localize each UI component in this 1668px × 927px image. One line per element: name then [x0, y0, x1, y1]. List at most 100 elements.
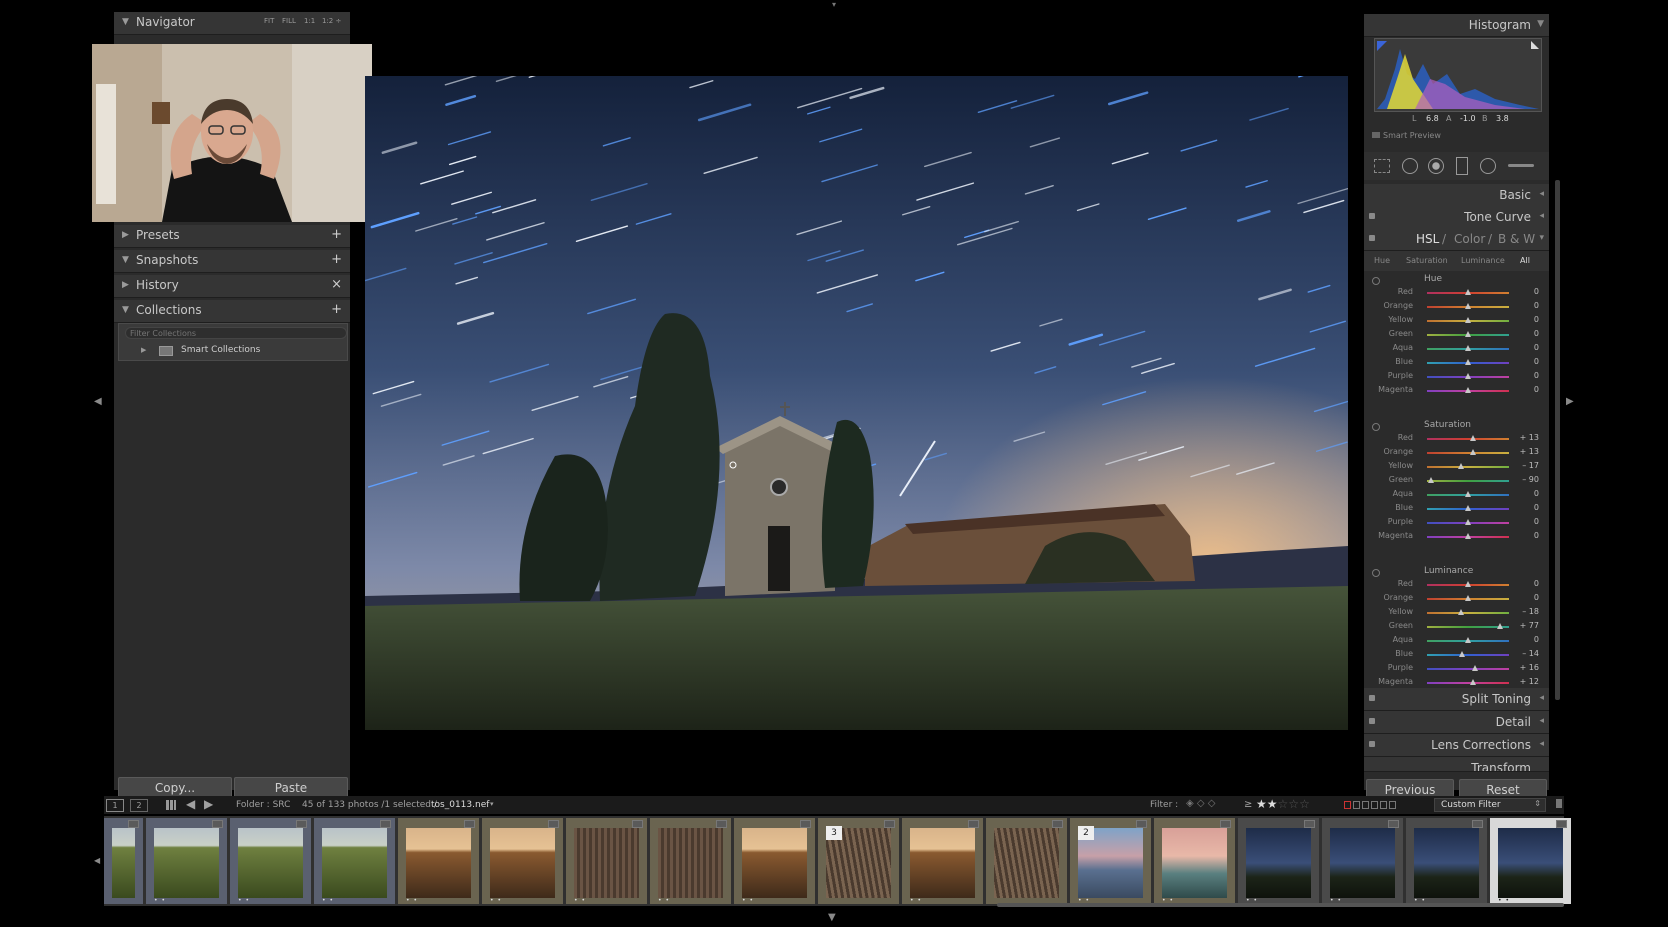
collections-search-input[interactable]	[125, 327, 347, 339]
main-photo[interactable]	[365, 76, 1348, 730]
slider-saturation-purple[interactable]: Purple 0	[1364, 516, 1549, 529]
filmstrip-left-arrow-icon[interactable]: ◀	[94, 856, 100, 865]
filmstrip-cell[interactable]: 3	[818, 818, 899, 904]
filmstrip-cell[interactable]: • •	[1154, 818, 1235, 904]
filmstrip-cell[interactable]: • •	[1238, 818, 1319, 904]
thumbnail-image[interactable]	[658, 828, 723, 898]
slider-luminance-aqua[interactable]: Aqua 0	[1364, 634, 1549, 647]
slider-knob[interactable]	[1465, 359, 1471, 365]
filmstrip-cell[interactable]: • •	[650, 818, 731, 904]
filmstrip-cell[interactable]: • •	[1490, 818, 1571, 904]
nav-mode-fit[interactable]: FIT	[264, 17, 274, 25]
slider-knob[interactable]	[1470, 435, 1477, 441]
slider-knob[interactable]	[1465, 491, 1471, 497]
slider-knob[interactable]	[1459, 651, 1466, 657]
history-header[interactable]: ▶ History ×	[114, 275, 350, 298]
slider-track[interactable]	[1427, 668, 1509, 670]
secondary-window-2-button[interactable]: 2	[130, 799, 148, 812]
hsl-mode-bw[interactable]: B & W	[1498, 232, 1535, 246]
filmstrip-cell[interactable]	[986, 818, 1067, 904]
rating-star-icon[interactable]: ☆	[1278, 797, 1289, 811]
slider-luminance-blue[interactable]: Blue – 14	[1364, 648, 1549, 661]
add-preset-icon[interactable]: +	[331, 227, 342, 242]
tab-saturation[interactable]: Saturation	[1406, 256, 1448, 265]
rating-star-icon[interactable]: ★	[1256, 797, 1267, 811]
slider-track[interactable]	[1427, 452, 1509, 454]
custom-filter-select[interactable]: Custom Filter ⇕	[1434, 798, 1546, 812]
slider-hue-magenta[interactable]: Magenta 0	[1364, 384, 1549, 397]
filmstrip-cell[interactable]: • •	[146, 818, 227, 904]
thumbnail-image[interactable]	[994, 828, 1059, 898]
slider-luminance-orange[interactable]: Orange 0	[1364, 592, 1549, 605]
slider-luminance-purple[interactable]: Purple + 16	[1364, 662, 1549, 675]
add-snapshot-icon[interactable]: +	[331, 252, 342, 267]
slider-knob[interactable]	[1465, 317, 1471, 323]
slider-luminance-yellow[interactable]: Yellow – 18	[1364, 606, 1549, 619]
slider-hue-blue[interactable]: Blue 0	[1364, 356, 1549, 369]
slider-track[interactable]	[1427, 654, 1509, 656]
slider-knob[interactable]	[1458, 463, 1465, 469]
transform-header[interactable]: Transform	[1364, 757, 1549, 772]
filter-lock-icon[interactable]	[1556, 799, 1562, 808]
color-label-filter[interactable]	[1344, 801, 1396, 812]
color-label-purple[interactable]	[1380, 801, 1387, 809]
basic-header[interactable]: Basic ◂	[1364, 184, 1549, 207]
slider-knob[interactable]	[1471, 665, 1478, 671]
histogram-header[interactable]: Histogram ▼	[1364, 14, 1549, 37]
slider-knob[interactable]	[1465, 387, 1471, 393]
panel-switch-icon[interactable]	[1369, 235, 1375, 241]
forward-arrow-icon[interactable]: ▶	[204, 797, 213, 811]
left-panel-toggle-icon[interactable]: ◀	[94, 396, 102, 407]
slider-knob[interactable]	[1465, 637, 1471, 643]
slider-knob[interactable]	[1465, 595, 1471, 601]
presets-header[interactable]: ▶ Presets +	[114, 225, 350, 248]
filmstrip-cell[interactable]: • •	[1406, 818, 1487, 904]
slider-knob[interactable]	[1457, 609, 1464, 615]
filmstrip-cell[interactable]: • •	[902, 818, 983, 904]
nav-mode-1-1[interactable]: 1:1	[304, 17, 315, 25]
filmstrip-cell[interactable]: • •	[566, 818, 647, 904]
slider-knob[interactable]	[1465, 345, 1471, 351]
slider-hue-green[interactable]: Green 0	[1364, 328, 1549, 341]
slider-saturation-red[interactable]: Red + 13	[1364, 432, 1549, 445]
hsl-mode-hsl[interactable]: HSL	[1416, 232, 1439, 246]
thumbnail-image[interactable]	[1330, 828, 1395, 898]
nav-mode-fill[interactable]: FILL	[282, 17, 296, 25]
secondary-window-1-button[interactable]: 1	[106, 799, 124, 812]
detail-header[interactable]: Detail ◂	[1364, 711, 1549, 734]
slider-saturation-green[interactable]: Green – 90	[1364, 474, 1549, 487]
slider-luminance-green[interactable]: Green + 77	[1364, 620, 1549, 633]
slider-knob[interactable]	[1470, 449, 1477, 455]
tone-curve-header[interactable]: Tone Curve ◂	[1364, 206, 1549, 229]
color-label-blue[interactable]	[1371, 801, 1378, 809]
smart-collections-label[interactable]: Smart Collections	[181, 345, 260, 355]
slider-knob[interactable]	[1465, 519, 1471, 525]
slider-knob[interactable]	[1469, 679, 1476, 685]
thumbnail-image[interactable]	[238, 828, 303, 898]
thumbnail-image[interactable]	[112, 828, 135, 898]
hsl-header[interactable]: HSL / Color / B & W ▾	[1364, 228, 1549, 251]
crop-overlay-icon[interactable]	[1374, 159, 1390, 173]
slider-track[interactable]	[1427, 466, 1509, 468]
filmstrip-cell[interactable]: • •	[734, 818, 815, 904]
slider-track[interactable]	[1427, 438, 1509, 440]
spot-removal-icon[interactable]	[1402, 158, 1418, 174]
slider-knob[interactable]	[1465, 505, 1471, 511]
thumbnail-image[interactable]	[322, 828, 387, 898]
filmstrip-cell[interactable]: • •	[1322, 818, 1403, 904]
thumbnail-image[interactable]	[154, 828, 219, 898]
slider-knob[interactable]	[1496, 623, 1503, 629]
rating-star-icon[interactable]: ☆	[1288, 797, 1299, 811]
tab-hue[interactable]: Hue	[1374, 256, 1390, 265]
thumbnail-image[interactable]	[1162, 828, 1227, 898]
slider-hue-yellow[interactable]: Yellow 0	[1364, 314, 1549, 327]
slider-track[interactable]	[1427, 612, 1509, 614]
slider-knob[interactable]	[1465, 289, 1471, 295]
filmstrip-cell[interactable]: • •	[230, 818, 311, 904]
slider-track[interactable]	[1427, 480, 1509, 482]
slider-knob[interactable]	[1465, 303, 1471, 309]
panel-switch-icon[interactable]	[1369, 213, 1375, 219]
slider-luminance-red[interactable]: Red 0	[1364, 578, 1549, 591]
collections-header[interactable]: ▼ Collections +	[114, 300, 350, 323]
add-collection-icon[interactable]: +	[331, 302, 342, 317]
